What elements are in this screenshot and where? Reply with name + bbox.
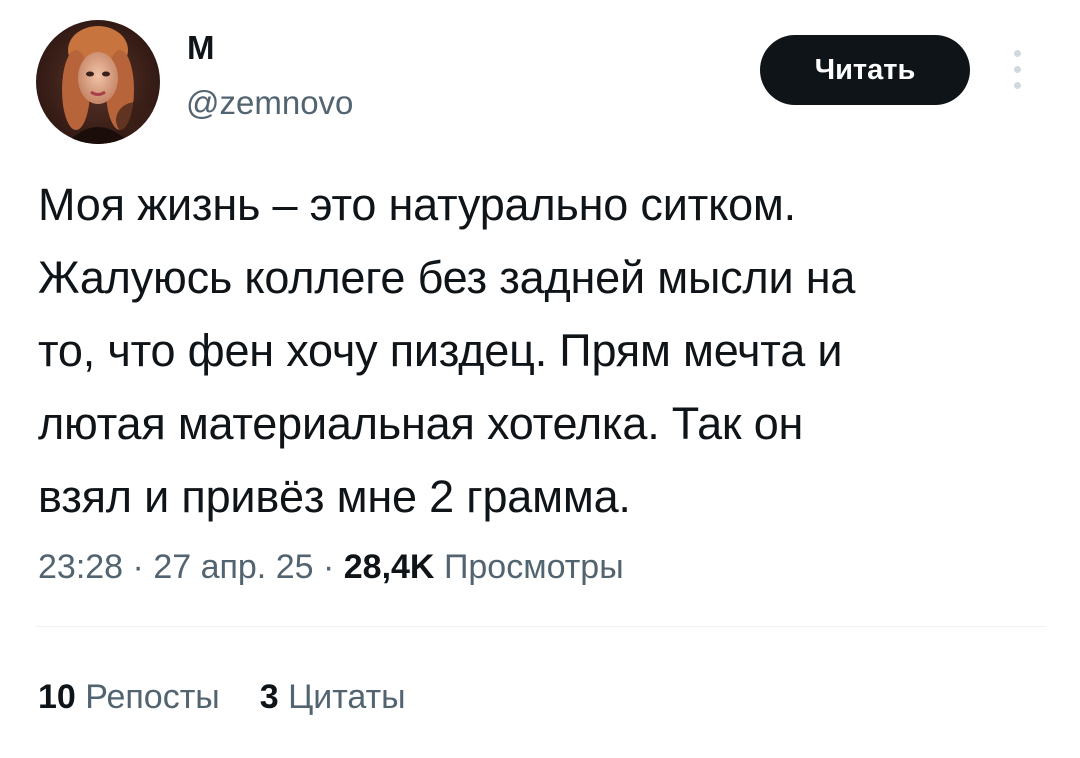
quotes-label: Цитаты bbox=[288, 678, 406, 716]
meta-separator: · bbox=[123, 548, 154, 586]
tweet-card: М @zemnovo Читать Моя жизнь – это натура… bbox=[0, 0, 1080, 758]
divider bbox=[36, 626, 1046, 627]
tweet-date[interactable]: 27 апр. 25 bbox=[153, 548, 313, 586]
avatar-image bbox=[36, 20, 160, 144]
avatar[interactable] bbox=[36, 20, 160, 144]
more-dot bbox=[1014, 66, 1021, 73]
reposts-stat[interactable]: 10 Репосты bbox=[38, 675, 220, 719]
tweet-time[interactable]: 23:28 bbox=[38, 548, 123, 586]
tweet-text: Моя жизнь – это натурально ситком. Жалую… bbox=[38, 179, 856, 522]
tweet-meta: 23:28 · 27 апр. 25 · 28,4K Просмотры bbox=[38, 545, 624, 589]
views-count: 28,4K bbox=[343, 548, 435, 586]
more-dot bbox=[1014, 82, 1021, 89]
author-handle[interactable]: @zemnovo bbox=[186, 83, 353, 123]
follow-button[interactable]: Читать bbox=[760, 35, 970, 105]
tweet-stats: 10 Репосты 3 Цитаты bbox=[38, 675, 406, 719]
more-dot bbox=[1014, 50, 1021, 57]
meta-separator: · bbox=[313, 548, 344, 586]
reposts-count: 10 bbox=[38, 678, 76, 716]
views-label: Просмотры bbox=[443, 548, 624, 586]
reposts-label: Репосты bbox=[85, 678, 220, 716]
quotes-count: 3 bbox=[259, 678, 279, 716]
author-name[interactable]: М bbox=[187, 28, 215, 68]
quotes-stat[interactable]: 3 Цитаты bbox=[260, 675, 406, 719]
more-vertical-icon[interactable] bbox=[1004, 46, 1032, 94]
